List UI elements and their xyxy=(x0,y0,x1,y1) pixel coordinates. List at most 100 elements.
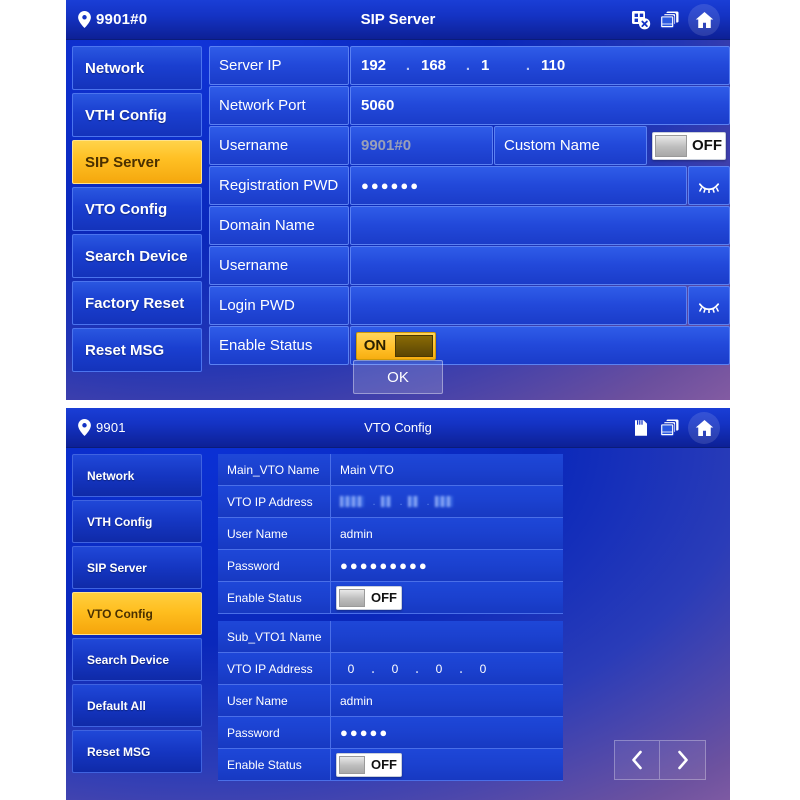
top-actions: OK xyxy=(66,360,730,394)
label-main-vto-user: User Name xyxy=(218,518,331,550)
sub-vto1-user-input[interactable]: admin xyxy=(331,685,563,717)
sidebar-item-network[interactable]: Network xyxy=(72,454,202,497)
main-vto-section: Main_VTO Name Main VTO VTO IP Address . … xyxy=(218,454,563,614)
sub-vto1-enable-cell: OFF xyxy=(331,749,563,781)
password-dots: ●●●●●● xyxy=(361,178,421,193)
row-username: Username 9901#0 Custom Name OFF xyxy=(209,126,730,165)
next-page-button[interactable] xyxy=(660,740,706,780)
screens-icon[interactable] xyxy=(659,417,681,439)
server-ip-input[interactable]: 192 . 168 . 1 . 110 xyxy=(350,46,730,85)
row-registration-pwd: Registration PWD ●●●●●● xyxy=(209,166,730,205)
server-ip-octet-3: 1 xyxy=(481,57,490,74)
top-device-id: 9901#0 xyxy=(96,11,148,28)
row-login-pwd: Login PWD xyxy=(209,286,730,325)
device-id-group: 9901#0 xyxy=(66,11,216,28)
username-2-input[interactable] xyxy=(350,246,730,285)
label-sub-vto1-enable: Enable Status xyxy=(218,749,331,781)
sidebar-item-factory-reset[interactable]: Factory Reset xyxy=(72,281,202,325)
chevron-right-icon xyxy=(675,749,691,771)
main-vto-enable-toggle[interactable]: OFF xyxy=(336,585,402,610)
registration-pwd-input[interactable]: ●●●●●● xyxy=(350,166,687,205)
vto-config-screen: 9901 VTO Config Network VTH Config SIP S… xyxy=(66,408,730,800)
label-server-ip: Server IP xyxy=(209,46,349,85)
sidebar-item-label: VTO Config xyxy=(87,606,153,621)
registration-pwd-eye-closed-icon[interactable] xyxy=(688,166,730,205)
home-icon[interactable] xyxy=(688,3,720,36)
sidebar-item-label: Search Device xyxy=(87,652,170,667)
row-network-port: Network Port 5060 xyxy=(209,86,730,125)
password-dots: ●●●●● xyxy=(340,725,390,740)
label-sub-vto1-name: Sub_VTO1 Name xyxy=(218,621,331,653)
sidebar-item-label: SIP Server xyxy=(85,153,160,171)
sidebar-item-vth-config[interactable]: VTH Config xyxy=(72,93,202,137)
sd-card-icon[interactable] xyxy=(630,417,652,439)
sidebar-item-label: Factory Reset xyxy=(85,294,185,312)
network-port-input[interactable]: 5060 xyxy=(350,86,730,125)
sidebar-item-label: Reset MSG xyxy=(87,744,151,759)
main-vto-user-input[interactable]: admin xyxy=(331,518,563,550)
sub-vto1-name-input[interactable] xyxy=(331,621,563,653)
screens-icon[interactable] xyxy=(659,9,681,31)
sidebar-item-vth-config[interactable]: VTH Config xyxy=(72,500,202,543)
enable-status-toggle[interactable]: ON xyxy=(356,331,436,360)
bottom-sidebar: Network VTH Config SIP Server VTO Config… xyxy=(66,454,202,800)
row-sub-vto1-user: User Name admin xyxy=(218,685,563,717)
sub-vto1-ip-octet-4: 0 xyxy=(479,661,487,676)
toggle-state-label: OFF xyxy=(692,137,722,154)
row-sub-vto1-ip: VTO IP Address 0 . 0 . 0 . 0 xyxy=(218,653,563,685)
ip-dot: . xyxy=(405,57,411,74)
label-sub-vto1-user: User Name xyxy=(218,685,331,717)
custom-name-toggle[interactable]: OFF xyxy=(652,131,726,160)
toggle-knob xyxy=(339,755,365,774)
sidebar-item-label: SIP Server xyxy=(87,560,147,575)
row-main-vto-user: User Name admin xyxy=(218,518,563,550)
row-main-vto-enable: Enable Status OFF xyxy=(218,582,563,614)
server-ip-octet-4: 110 xyxy=(541,57,566,74)
domain-name-input[interactable] xyxy=(350,206,730,245)
main-vto-password-input[interactable]: ●●●●●●●●● xyxy=(331,550,563,582)
sidebar-item-network[interactable]: Network xyxy=(72,46,202,90)
sidebar-item-reset-msg[interactable]: Reset MSG xyxy=(72,730,202,773)
toggle-state-label: OFF xyxy=(371,757,397,772)
sidebar-item-label: VTH Config xyxy=(87,514,153,529)
location-pin-icon xyxy=(78,11,91,28)
sidebar-item-search-device[interactable]: Search Device xyxy=(72,638,202,681)
top-titlebar-icons xyxy=(630,3,730,36)
sidebar-item-sip-server[interactable]: SIP Server xyxy=(72,140,202,184)
username-input[interactable]: 9901#0 xyxy=(350,126,493,165)
prev-page-button[interactable] xyxy=(614,740,660,780)
home-icon[interactable] xyxy=(688,411,720,444)
label-sub-vto1-password: Password xyxy=(218,717,331,749)
bottom-titlebar-icons xyxy=(630,411,730,444)
label-username-2: Username xyxy=(209,246,349,285)
sub-vto1-password-input[interactable]: ●●●●● xyxy=(331,717,563,749)
ok-button[interactable]: OK xyxy=(353,360,443,394)
password-dots: ●●●●●●●●● xyxy=(340,558,429,573)
sip-server-screen: 9901#0 SIP Server Network VTH Config SIP… xyxy=(66,0,730,400)
sidebar-item-default-all[interactable]: Default All xyxy=(72,684,202,727)
sip-disconnected-icon[interactable] xyxy=(630,9,652,31)
top-titlebar: 9901#0 SIP Server xyxy=(66,0,730,40)
row-domain-name: Domain Name xyxy=(209,206,730,245)
login-pwd-eye-closed-icon[interactable] xyxy=(688,286,730,325)
sidebar-item-label: VTH Config xyxy=(85,106,167,124)
toggle-knob xyxy=(339,588,365,607)
label-registration-pwd: Registration PWD xyxy=(209,166,349,205)
main-vto-name-input[interactable]: Main VTO xyxy=(331,454,563,486)
main-vto-ip-input[interactable]: . . . xyxy=(331,486,563,518)
label-main-vto-ip: VTO IP Address xyxy=(218,486,331,518)
sub-vto1-ip-octet-1: 0 xyxy=(347,661,355,676)
sub-vto1-section: Sub_VTO1 Name VTO IP Address 0 . 0 . 0 .… xyxy=(218,621,563,781)
redacted-ip-address: . . . xyxy=(340,486,456,517)
toggle-state-label: OFF xyxy=(371,590,397,605)
login-pwd-input[interactable] xyxy=(350,286,687,325)
server-ip-octet-1: 192 xyxy=(361,57,387,74)
sub-vto1-ip-input[interactable]: 0 . 0 . 0 . 0 xyxy=(331,653,563,685)
label-main-vto-enable: Enable Status xyxy=(218,582,331,614)
sidebar-item-sip-server[interactable]: SIP Server xyxy=(72,546,202,589)
sidebar-item-vto-config[interactable]: VTO Config xyxy=(72,592,202,635)
sidebar-item-search-device[interactable]: Search Device xyxy=(72,234,202,278)
sub-vto1-enable-toggle[interactable]: OFF xyxy=(336,752,402,777)
sidebar-item-label: Network xyxy=(85,59,145,77)
sidebar-item-vto-config[interactable]: VTO Config xyxy=(72,187,202,231)
